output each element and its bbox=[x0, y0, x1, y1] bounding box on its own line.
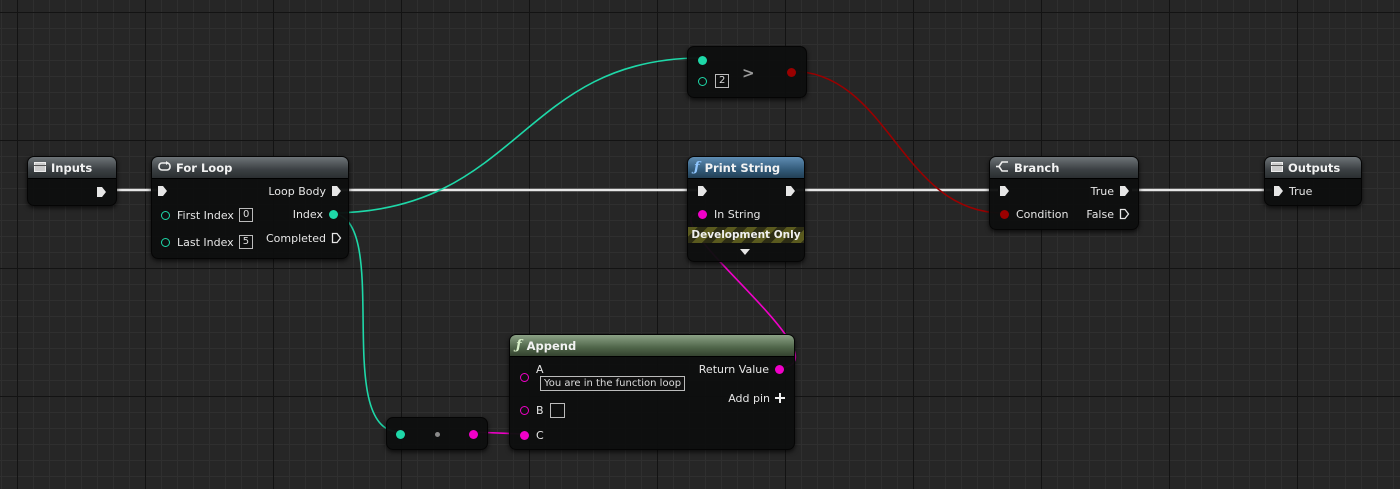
append-b-label: B bbox=[536, 403, 544, 417]
function-icon: ƒ bbox=[694, 160, 700, 175]
branch-icon bbox=[996, 160, 1009, 175]
exec-in-pin[interactable] bbox=[1273, 185, 1284, 197]
append-header[interactable]: ƒ Append bbox=[510, 335, 794, 357]
outputs-header[interactable]: Outputs bbox=[1265, 157, 1361, 179]
true-exec-pin[interactable] bbox=[1119, 185, 1130, 197]
append-c-pin[interactable] bbox=[520, 430, 529, 440]
last-index-label: Last Index bbox=[177, 235, 234, 249]
index-pin[interactable] bbox=[329, 209, 338, 219]
print-string-node[interactable]: ƒ Print String In String Development Onl… bbox=[687, 156, 805, 262]
loop-icon bbox=[158, 160, 171, 175]
development-only-banner: Development Only bbox=[688, 227, 804, 243]
first-index-pin[interactable] bbox=[161, 210, 170, 220]
in-string-pin[interactable] bbox=[698, 209, 707, 219]
print-string-title: Print String bbox=[704, 160, 781, 175]
for-loop-title: For Loop bbox=[176, 160, 233, 175]
exec-in-pin[interactable] bbox=[157, 185, 168, 197]
print-string-header[interactable]: ƒ Print String bbox=[688, 157, 804, 179]
return-value-pin[interactable] bbox=[775, 364, 784, 374]
inputs-node[interactable]: Inputs bbox=[27, 156, 117, 206]
append-b-pin[interactable] bbox=[520, 405, 529, 415]
last-index-pin[interactable] bbox=[161, 237, 170, 247]
for-loop-node[interactable]: For Loop Loop Body First Index 0 Index L… bbox=[151, 156, 349, 259]
greater-node[interactable]: 2 > bbox=[687, 46, 807, 98]
add-pin-label: Add pin bbox=[728, 391, 770, 405]
function-icon: ƒ bbox=[516, 338, 522, 353]
index-label: Index bbox=[292, 207, 323, 221]
branch-node[interactable]: Branch True Condition False bbox=[989, 156, 1139, 230]
bool-wire-greater-condition bbox=[789, 70, 1004, 214]
greater-b-input[interactable]: 2 bbox=[715, 74, 730, 88]
in-string-label: In String bbox=[714, 207, 761, 221]
struct-icon bbox=[1271, 161, 1283, 175]
append-c-label: C bbox=[536, 428, 544, 442]
exec-out-pin[interactable] bbox=[785, 185, 796, 197]
false-label: False bbox=[1086, 207, 1114, 221]
exec-in-pin[interactable] bbox=[697, 185, 708, 197]
loop-body-label: Loop Body bbox=[268, 184, 326, 198]
append-a-text-input[interactable]: You are in the function loop bbox=[540, 376, 686, 391]
greater-a-pin[interactable] bbox=[698, 55, 707, 65]
condition-pin[interactable] bbox=[1000, 209, 1009, 219]
conversion-center-dot-icon bbox=[435, 431, 440, 437]
append-node[interactable]: ƒ Append A You are in the function loop … bbox=[509, 334, 795, 450]
loop-body-exec-pin[interactable] bbox=[331, 185, 342, 197]
return-value-label: Return Value bbox=[698, 362, 769, 376]
add-pin-button[interactable]: Add pin bbox=[728, 391, 785, 405]
struct-icon bbox=[34, 161, 46, 175]
outputs-true-label: True bbox=[1289, 184, 1313, 198]
outputs-title: Outputs bbox=[1288, 160, 1341, 175]
greater-return-pin[interactable] bbox=[787, 67, 796, 77]
branch-header[interactable]: Branch bbox=[990, 157, 1138, 179]
completed-label: Completed bbox=[266, 231, 326, 245]
last-index-input[interactable]: 5 bbox=[238, 235, 254, 249]
inputs-title: Inputs bbox=[51, 160, 93, 175]
greater-operator: > bbox=[742, 64, 755, 82]
exec-out-pin[interactable] bbox=[96, 186, 107, 198]
expand-arrow-icon[interactable] bbox=[740, 248, 750, 256]
branch-title: Branch bbox=[1014, 160, 1060, 175]
append-title: Append bbox=[526, 338, 577, 353]
append-b-text-input[interactable] bbox=[549, 402, 565, 418]
greater-b-pin[interactable] bbox=[698, 76, 707, 86]
inputs-header[interactable]: Inputs bbox=[28, 157, 116, 179]
append-a-label: A bbox=[536, 362, 544, 376]
first-index-label: First Index bbox=[177, 208, 234, 222]
conversion-in-pin[interactable] bbox=[396, 429, 405, 439]
outputs-node[interactable]: Outputs True bbox=[1264, 156, 1362, 206]
condition-label: Condition bbox=[1016, 207, 1069, 221]
false-exec-pin[interactable] bbox=[1119, 208, 1130, 220]
completed-exec-pin[interactable] bbox=[331, 232, 342, 244]
exec-in-pin[interactable] bbox=[999, 185, 1010, 197]
first-index-input[interactable]: 0 bbox=[238, 208, 254, 222]
plus-icon bbox=[775, 393, 785, 403]
for-loop-header[interactable]: For Loop bbox=[152, 157, 348, 179]
conversion-out-pin[interactable] bbox=[469, 429, 478, 439]
to-string-conversion-node[interactable] bbox=[386, 417, 488, 450]
true-label: True bbox=[1090, 184, 1114, 198]
append-a-pin[interactable] bbox=[520, 372, 529, 382]
